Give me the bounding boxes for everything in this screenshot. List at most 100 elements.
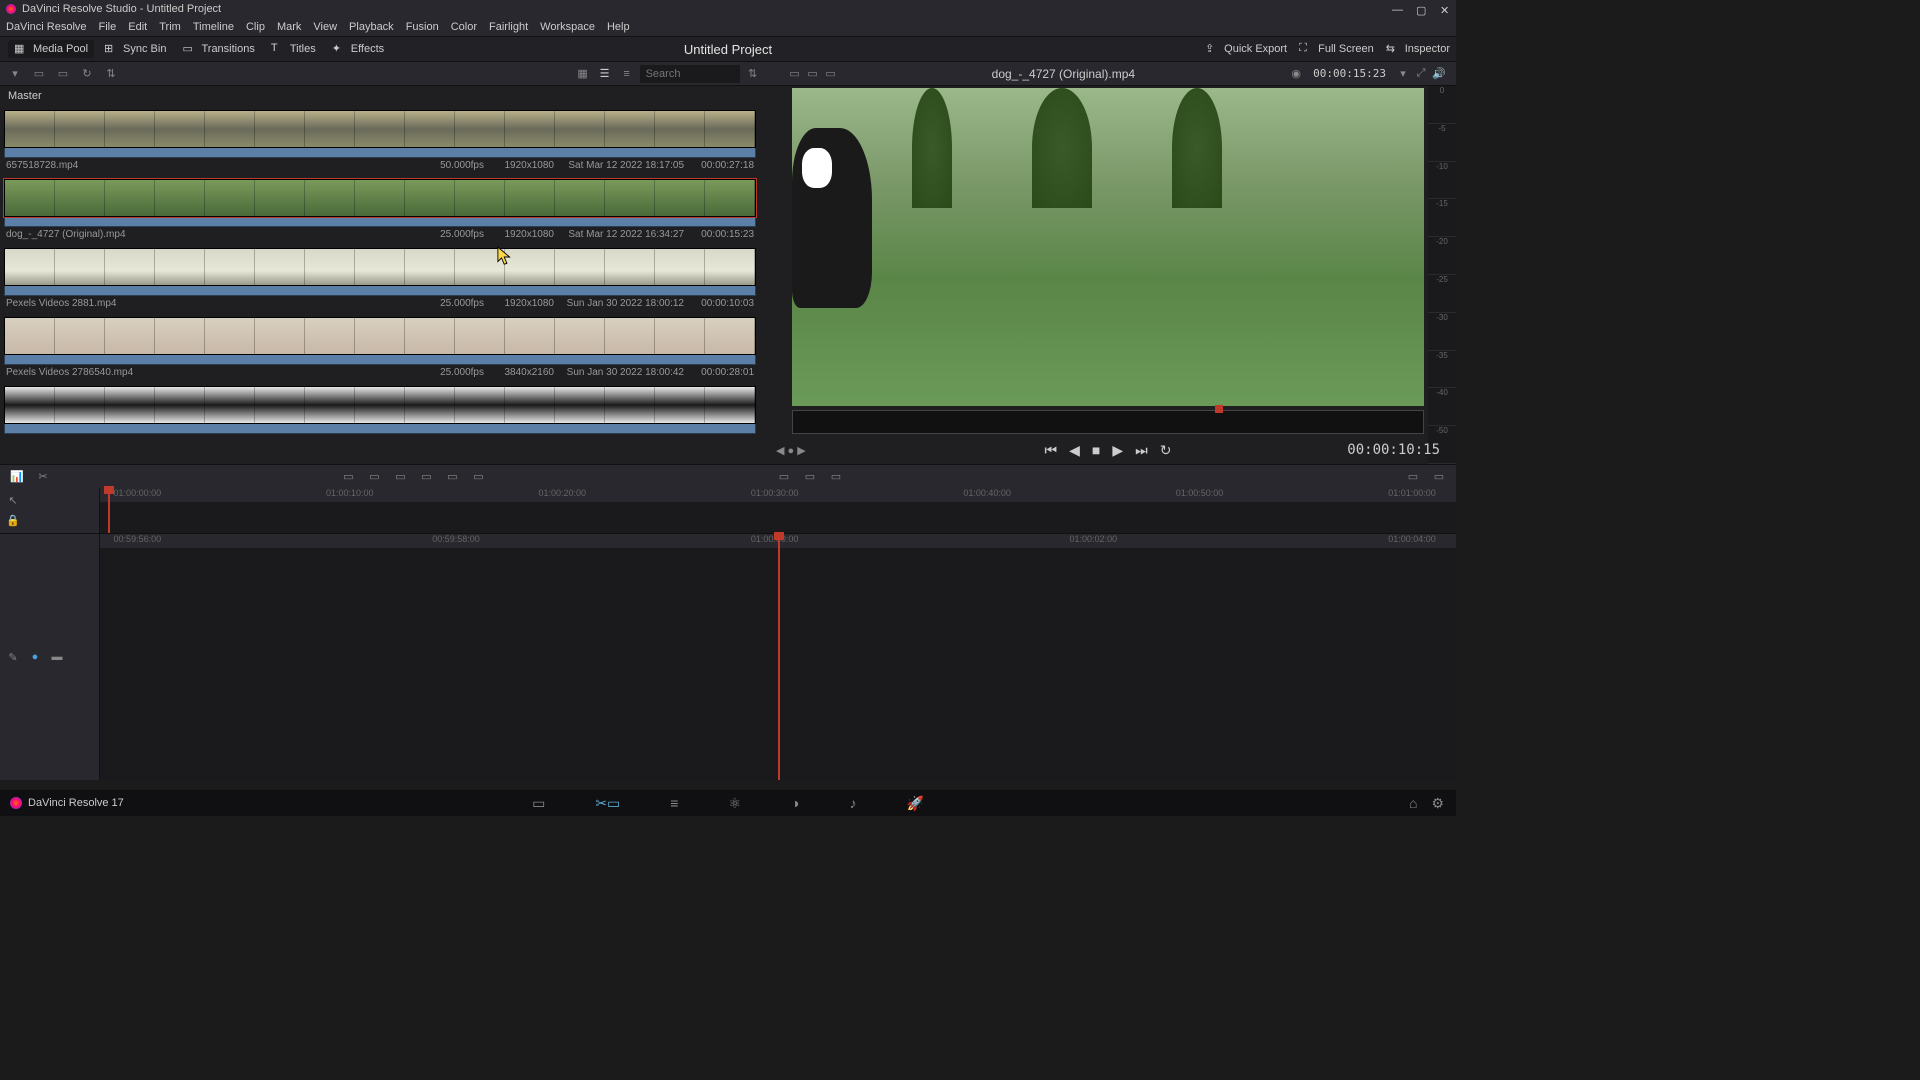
clip-item[interactable]: Pexels Videos 2881.mp425.000fps1920x1080… [4,248,756,313]
filmstrip[interactable] [4,248,756,286]
play-button[interactable]: ▶ [1112,442,1123,459]
color-page-icon[interactable]: ◑ [791,795,799,812]
ripple-icon[interactable]: ▭ [392,468,410,486]
lower-playhead[interactable] [778,534,780,780]
trans-icon[interactable]: ▭ [801,468,819,486]
settings-icon[interactable]: ⚙ [1431,795,1444,812]
sort-btn-icon[interactable]: ⇅ [744,65,762,83]
append-icon[interactable]: ▭ [366,468,384,486]
stop-button[interactable]: ■ [1092,442,1100,458]
loop-icon[interactable]: ◉ [1287,65,1305,83]
minimize-icon[interactable]: — [1392,4,1402,14]
clip-item[interactable] [4,386,756,434]
scrub-marker[interactable] [1215,405,1223,413]
close-icon[interactable]: ✕ [1440,4,1450,14]
track-select-icon[interactable]: ↖ [4,492,22,509]
menu-workspace[interactable]: Workspace [540,21,595,33]
inspector-button[interactable]: ⇆Inspector [1380,40,1456,58]
list-view-icon[interactable]: ≡ [618,65,636,83]
deliver-page-icon[interactable]: 🚀 [906,795,923,812]
smart-insert-icon[interactable]: ▭ [340,468,358,486]
filmstrip[interactable] [4,179,756,217]
home-icon[interactable]: ⌂ [1409,795,1417,812]
chevron-down-icon[interactable]: ▾ [1394,65,1412,83]
menu-clip[interactable]: Clip [246,21,265,33]
filmstrip[interactable] [4,110,756,148]
clip-res: 1920x1080 [484,298,554,309]
titles-button[interactable]: TTitles [265,40,322,58]
menu-davinci[interactable]: DaVinci Resolve [6,21,87,33]
menu-help[interactable]: Help [607,21,630,33]
menu-fusion[interactable]: Fusion [406,21,439,33]
viewer-mode1-icon[interactable]: ▭ [786,65,804,83]
quick-export-button[interactable]: ⇪Quick Export [1199,40,1293,58]
bin-icon[interactable]: ▭ [30,65,48,83]
media-page-icon[interactable]: ▭ [532,795,545,812]
clip-item[interactable]: dog_-_4727 (Original).mp425.000fps1920x1… [4,179,756,244]
menu-file[interactable]: File [99,21,117,33]
snap-icon[interactable]: ▭ [1404,468,1422,486]
fairlight-page-icon[interactable]: ♪ [849,795,856,812]
jump-start-button[interactable]: ⏮ [1045,442,1058,459]
place-icon[interactable]: ▭ [444,468,462,486]
menu-fairlight[interactable]: Fairlight [489,21,528,33]
full-screen-button[interactable]: ⛶Full Screen [1293,40,1380,58]
cut-page-icon[interactable]: ✂▭ [595,795,620,812]
expand-icon[interactable]: ⤢ [1412,65,1430,83]
audio-sync-icon[interactable]: ● [26,648,44,666]
jump-end-button[interactable]: ⏭ [1135,442,1148,459]
step-back-button[interactable]: ◀ [1069,442,1080,459]
filmstrip[interactable] [4,317,756,355]
filmstrip[interactable] [4,386,756,424]
upper-timeline[interactable]: ↖ 🔒 01:00:00:0001:00:10:0001:00:20:0001:… [0,488,1456,534]
closeup-icon[interactable]: ▭ [418,468,436,486]
import-dropdown-icon[interactable]: ▾ [6,65,24,83]
fusion-page-icon[interactable]: ⚛ [728,795,741,812]
folder-icon[interactable]: ▭ [54,65,72,83]
edit-page-icon[interactable]: ≡ [670,795,678,812]
cut-icon[interactable]: ▭ [827,468,845,486]
menu-timeline[interactable]: Timeline [193,21,234,33]
boring-detector-icon[interactable]: 📊 [8,468,26,486]
edit-mode-icon[interactable]: ✎ [4,648,22,666]
sub-toolbar: ▾ ▭ ▭ ↻ ⇅ ▦ ☰ ≡ ⇅ ▭ ▭ ▭ dog_-_4727 (Orig… [0,62,1456,86]
sync-bin-button[interactable]: ⊞Sync Bin [98,40,172,58]
video-subject [792,128,872,308]
effects-button[interactable]: ✦Effects [326,40,390,58]
volume-icon[interactable]: 🔊 [1430,65,1448,83]
menu-playback[interactable]: Playback [349,21,394,33]
sort-icon[interactable]: ⇅ [102,65,120,83]
audio-waveform [4,148,756,158]
clip-item[interactable]: Pexels Videos 2786540.mp425.000fps3840x2… [4,317,756,382]
viewer-canvas[interactable] [792,88,1424,406]
thumb-view-icon[interactable]: ▦ [574,65,592,83]
split-icon[interactable]: ✂ [34,468,52,486]
clip-dur: 00:00:15:23 [684,229,754,240]
master-bin-label[interactable]: Master [0,86,760,106]
viewer-mode2-icon[interactable]: ▭ [804,65,822,83]
upper-playhead[interactable] [108,488,110,533]
scrub-bar[interactable] [792,410,1424,434]
video-track-icon[interactable]: ▬ [48,648,66,666]
search-input[interactable] [640,65,740,83]
track-lock-icon[interactable]: 🔒 [4,513,22,530]
menu-view[interactable]: View [313,21,337,33]
refresh-icon[interactable]: ↻ [78,65,96,83]
source-icon[interactable]: ▭ [470,468,488,486]
tools-icon[interactable]: ▭ [775,468,793,486]
marker-icon[interactable]: ▭ [1430,468,1448,486]
menu-edit[interactable]: Edit [128,21,147,33]
menu-color[interactable]: Color [451,21,477,33]
loop-button[interactable]: ↻ [1160,442,1172,459]
viewer-mode3-icon[interactable]: ▭ [822,65,840,83]
media-pool-button[interactable]: ▦Media Pool [8,40,94,58]
maximize-icon[interactable]: ▢ [1416,4,1426,14]
clip-fps: 25.000fps [424,367,484,378]
clip-item[interactable]: 657518728.mp450.000fps1920x1080Sat Mar 1… [4,110,756,175]
menu-mark[interactable]: Mark [277,21,301,33]
menu-trim[interactable]: Trim [159,21,181,33]
transitions-button[interactable]: ▭Transitions [176,40,260,58]
upper-ruler[interactable]: 01:00:00:0001:00:10:0001:00:20:0001:00:3… [100,488,1456,502]
lower-timeline[interactable]: ✎ ● ▬ 00:59:56:0000:59:58:0001:00:00:000… [0,534,1456,780]
strip-view-icon[interactable]: ☰ [596,65,614,83]
